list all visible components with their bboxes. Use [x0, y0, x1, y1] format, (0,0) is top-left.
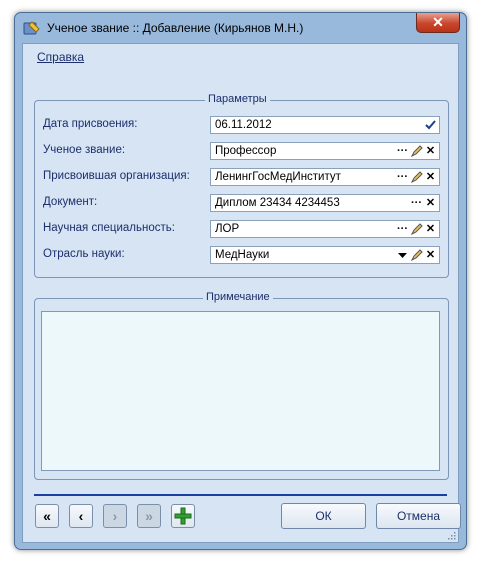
params-legend: Параметры	[205, 93, 270, 105]
cancel-button[interactable]: Отмена	[376, 503, 461, 529]
specialty-field[interactable]: ЛОР ··· ✕	[210, 220, 440, 238]
notes-textarea[interactable]	[41, 311, 440, 471]
dialog-window: Ученое звание :: Добавление (Кирьянов М.…	[14, 12, 467, 550]
clear-icon[interactable]: ✕	[424, 170, 437, 184]
clear-icon[interactable]: ✕	[424, 144, 437, 158]
dialog-body: Справка Параметры Дата присвоения: 06.11…	[22, 43, 461, 543]
specialty-label: Научная специальность:	[43, 222, 175, 234]
date-label: Дата присвоения:	[43, 118, 138, 130]
close-button[interactable]: ✕	[416, 13, 460, 33]
date-value: 06.11.2012	[215, 119, 272, 131]
title-bar[interactable]: Ученое звание :: Добавление (Кирьянов М.…	[15, 13, 466, 43]
params-group: Параметры Дата присвоения: 06.11.2012 Уч…	[34, 93, 449, 278]
first-record-button[interactable]: «	[35, 504, 59, 528]
plus-icon	[174, 507, 192, 525]
org-value: ЛенингГосМедИнститут	[215, 171, 341, 183]
ellipsis-icon[interactable]: ···	[410, 196, 423, 210]
org-label: Присвоившая организация:	[43, 170, 190, 182]
document-field[interactable]: Диплом 23434 4234453 ··· ✕	[210, 194, 440, 212]
clear-icon[interactable]: ✕	[424, 248, 437, 262]
date-field[interactable]: 06.11.2012	[210, 116, 440, 134]
notes-legend: Примечание	[203, 291, 273, 303]
prev-record-button[interactable]: ‹	[69, 504, 93, 528]
ellipsis-icon[interactable]: ···	[396, 144, 409, 158]
next-record-button[interactable]: ›	[103, 504, 127, 528]
notes-group: Примечание	[34, 291, 449, 480]
edit-icon[interactable]	[410, 222, 423, 236]
branch-label: Отрасль науки:	[43, 248, 125, 260]
date-dropdown-icon[interactable]	[424, 118, 437, 132]
dropdown-arrow-icon[interactable]	[396, 248, 409, 262]
resize-grip-icon[interactable]	[446, 530, 456, 540]
branch-field[interactable]: МедНауки ✕	[210, 246, 440, 264]
branch-value: МедНауки	[215, 249, 270, 261]
ellipsis-icon[interactable]: ···	[396, 222, 409, 236]
help-menu[interactable]: Справка	[37, 50, 84, 64]
document-label: Документ:	[43, 196, 98, 208]
last-record-button[interactable]: »	[137, 504, 161, 528]
add-button[interactable]	[171, 504, 195, 528]
edit-icon[interactable]	[410, 248, 423, 262]
rank-field[interactable]: Профессор ··· ✕	[210, 142, 440, 160]
rank-value: Профессор	[215, 145, 277, 157]
rank-label: Ученое звание:	[43, 144, 126, 156]
window-title: Ученое звание :: Добавление (Кирьянов М.…	[47, 21, 304, 35]
clear-icon[interactable]: ✕	[424, 196, 437, 210]
ok-button[interactable]: ОК	[281, 503, 366, 529]
org-field[interactable]: ЛенингГосМедИнститут ··· ✕	[210, 168, 440, 186]
specialty-value: ЛОР	[215, 223, 240, 235]
clear-icon[interactable]: ✕	[424, 222, 437, 236]
edit-icon[interactable]	[410, 170, 423, 184]
document-value: Диплом 23434 4234453	[215, 197, 340, 209]
footer-separator	[34, 494, 447, 496]
app-icon	[23, 21, 40, 35]
edit-icon[interactable]	[410, 144, 423, 158]
ellipsis-icon[interactable]: ···	[396, 170, 409, 184]
